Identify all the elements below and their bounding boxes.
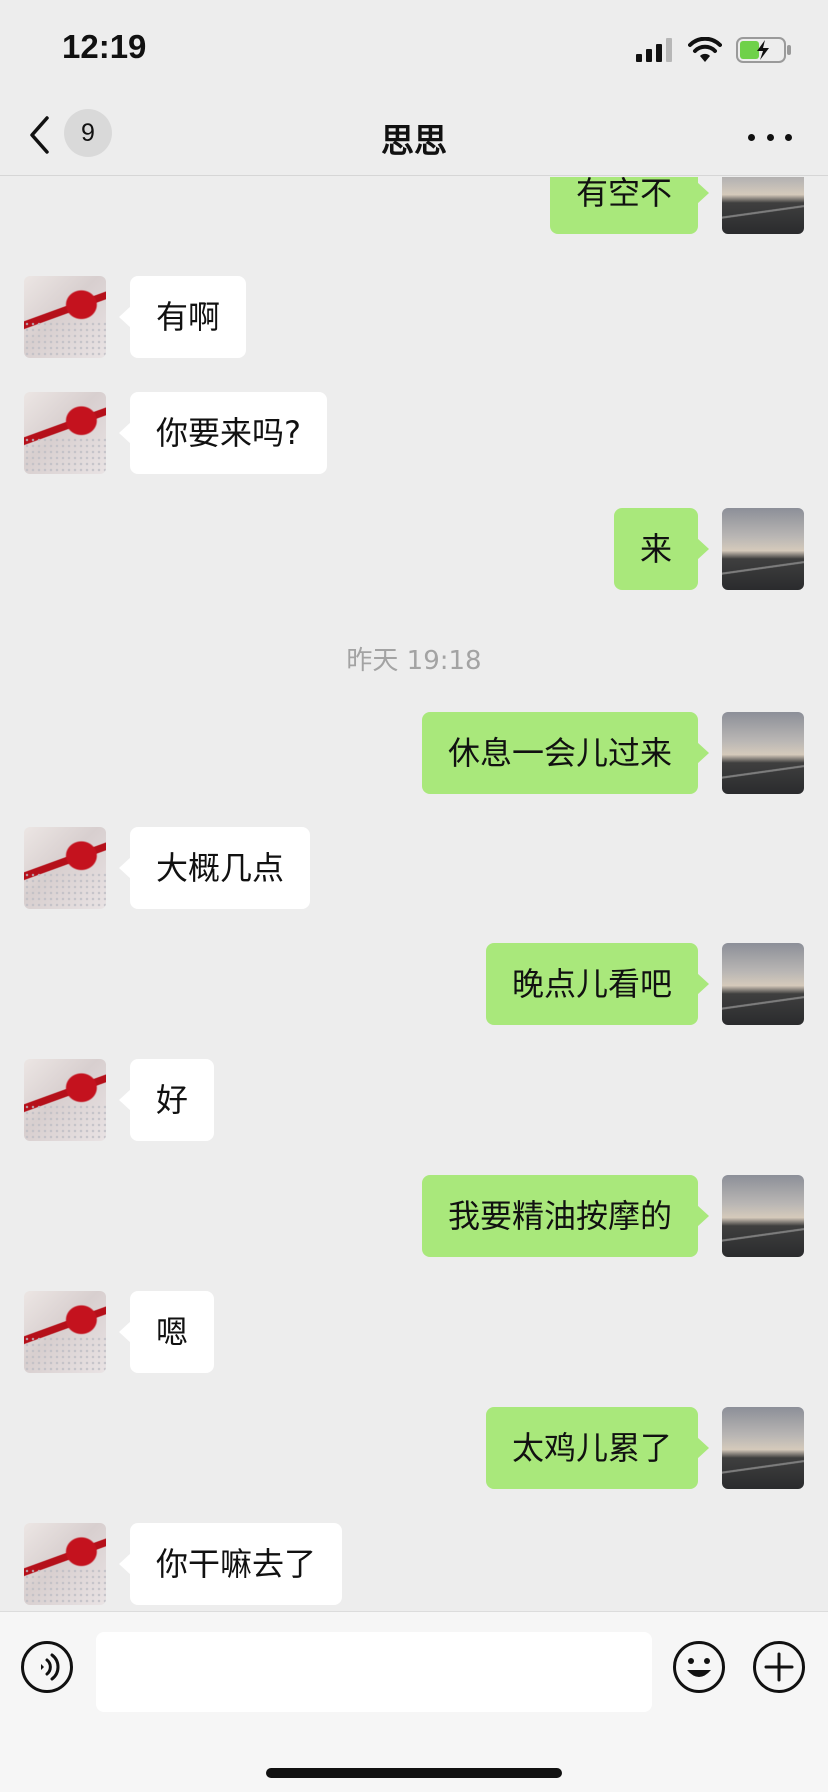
message-bubble-received[interactable]: 大概几点 — [118, 827, 311, 909]
voice-icon — [21, 1641, 73, 1693]
message-bubble-sent[interactable]: 我要精油按摩的 — [421, 1175, 710, 1257]
nav-bar: 9 思思 — [0, 100, 828, 176]
battery-icon — [736, 37, 791, 63]
message-row: 晚点儿看吧 — [0, 943, 828, 1025]
message-row: 大概几点 — [0, 827, 828, 909]
status-icons — [636, 36, 792, 64]
message-bubble-sent[interactable]: 有空不 — [549, 177, 710, 234]
avatar-self[interactable] — [722, 177, 804, 234]
avatar-self[interactable] — [722, 943, 804, 1025]
message-row: 休息一会儿过来 — [0, 712, 828, 794]
plus-icon — [753, 1641, 805, 1693]
message-row: 来 — [0, 508, 828, 590]
emoji-button[interactable] — [672, 1640, 726, 1694]
avatar-self[interactable] — [722, 712, 804, 794]
avatar-contact[interactable] — [24, 276, 106, 358]
message-row: 好 — [0, 1059, 828, 1141]
message-input[interactable] — [96, 1632, 652, 1712]
wifi-icon — [688, 37, 722, 62]
avatar-contact[interactable] — [24, 1059, 106, 1141]
message-bubble-received[interactable]: 嗯 — [118, 1291, 215, 1373]
avatar-contact[interactable] — [24, 1291, 106, 1373]
message-bubble-sent[interactable]: 晚点儿看吧 — [485, 943, 710, 1025]
message-row: 你干嘛去了 — [0, 1523, 828, 1605]
message-row: 太鸡儿累了 — [0, 1407, 828, 1489]
message-bubble-received[interactable]: 有啊 — [118, 276, 247, 358]
message-bubble-sent[interactable]: 休息一会儿过来 — [421, 712, 710, 794]
chat-title: 思思 — [381, 121, 447, 160]
avatar-contact[interactable] — [24, 1523, 106, 1605]
message-row: 嗯 — [0, 1291, 828, 1373]
message-bubble-received[interactable]: 好 — [118, 1059, 215, 1141]
avatar-self[interactable] — [722, 1175, 804, 1257]
more-button[interactable] — [748, 122, 792, 152]
emoji-icon — [673, 1641, 725, 1693]
more-functions-button[interactable] — [752, 1640, 806, 1694]
more-icon — [748, 133, 755, 141]
message-row: 有空不 — [0, 177, 828, 234]
home-indicator[interactable] — [266, 1768, 562, 1778]
avatar-contact[interactable] — [24, 827, 106, 909]
status-time: 12:19 — [62, 28, 147, 65]
voice-button[interactable] — [20, 1640, 74, 1694]
avatar-contact[interactable] — [24, 392, 106, 474]
message-bubble-sent[interactable]: 来 — [613, 508, 710, 590]
input-bar — [0, 1611, 828, 1792]
message-row: 你要来吗? — [0, 392, 828, 474]
status-bar: 12:19 — [0, 0, 828, 100]
signal-icon — [636, 38, 672, 62]
message-row: 有啊 — [0, 276, 828, 358]
message-bubble-sent[interactable]: 太鸡儿累了 — [485, 1407, 710, 1489]
avatar-self[interactable] — [722, 508, 804, 590]
message-bubble-received[interactable]: 你要来吗? — [119, 392, 327, 474]
chat-area[interactable]: 有空不 有啊 你要来吗? 来 昨天 19:18 休息一会儿过来 大概几点 晚点儿… — [0, 177, 828, 1610]
message-row: 我要精油按摩的 — [0, 1175, 828, 1257]
time-divider: 昨天 19:18 — [346, 646, 482, 676]
avatar-self[interactable] — [722, 1407, 804, 1489]
message-bubble-received[interactable]: 你干嘛去了 — [118, 1523, 343, 1605]
